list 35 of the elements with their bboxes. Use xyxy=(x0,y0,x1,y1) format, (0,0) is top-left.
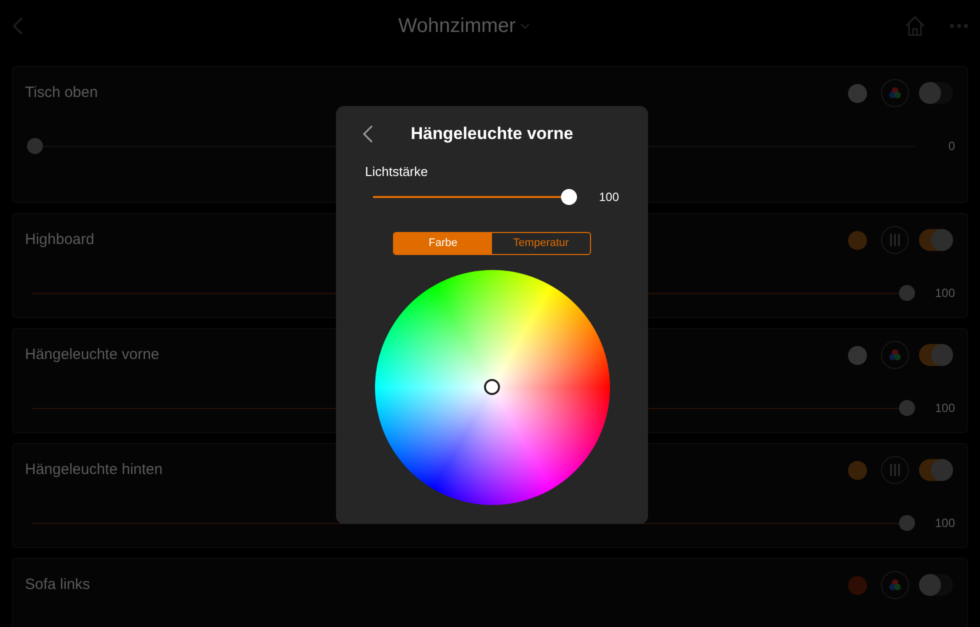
room-title[interactable]: Wohnzimmer xyxy=(398,11,516,41)
picker-handle[interactable] xyxy=(484,379,500,395)
power-toggle[interactable] xyxy=(919,459,953,481)
power-toggle[interactable] xyxy=(919,344,953,366)
sliders-icon xyxy=(888,233,902,247)
color-button[interactable] xyxy=(881,341,909,369)
brightness-value: 100 xyxy=(934,515,955,532)
brightness-value: 100 xyxy=(934,285,955,302)
brightness-label: Lichtstärke xyxy=(365,163,429,181)
settings-button[interactable] xyxy=(881,226,909,254)
color-circles-icon xyxy=(888,578,902,592)
brightness-value: 100 xyxy=(934,400,955,417)
mode-tab[interactable]: Temperatur xyxy=(492,232,590,254)
mode-tab[interactable]: Farbe xyxy=(394,232,492,254)
device-name: Tisch oben xyxy=(25,82,98,103)
brightness-value: 0 xyxy=(947,138,955,155)
power-toggle[interactable] xyxy=(919,574,953,596)
device-name: Hängeleuchte vorne xyxy=(25,344,160,365)
color-circles-icon xyxy=(888,86,902,100)
sliders-icon xyxy=(888,463,902,477)
color-button[interactable] xyxy=(881,79,909,107)
device-name: Sofa links xyxy=(25,574,90,595)
device-name: Highboard xyxy=(25,230,94,250)
dialog-title: Hängeleuchte vorne xyxy=(410,123,574,146)
brightness-slider[interactable] xyxy=(373,188,577,204)
device-name: Hängeleuchte hinten xyxy=(25,460,163,480)
color-button[interactable] xyxy=(881,571,909,599)
brightness-value: 100 xyxy=(598,188,619,206)
power-toggle[interactable] xyxy=(919,82,953,104)
settings-button[interactable] xyxy=(881,456,909,484)
power-toggle[interactable] xyxy=(919,229,953,251)
color-circles-icon xyxy=(888,348,902,362)
back-icon[interactable] xyxy=(362,124,374,144)
chevron-down-icon[interactable] xyxy=(520,23,530,29)
home-icon[interactable] xyxy=(904,15,926,37)
